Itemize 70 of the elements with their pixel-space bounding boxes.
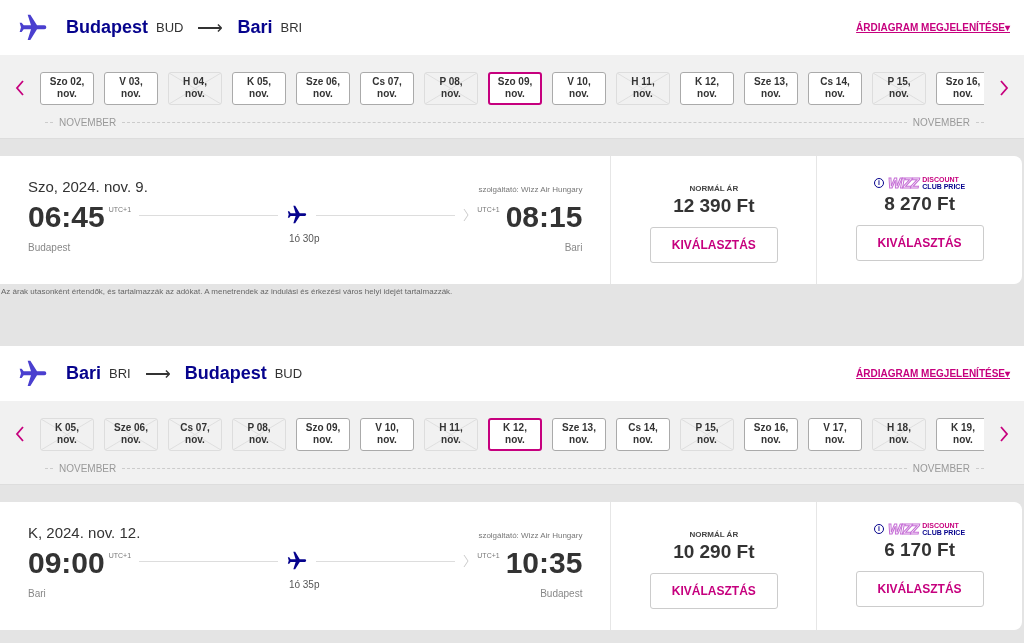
fare-price: 10 290 Ft	[673, 541, 755, 563]
flight-date: Szo, 2024. nov. 9.	[28, 178, 148, 195]
price-note: Az árak utasonként értendők, és tartalmazzák az adókat. A menetrendek az indulási és érkezési város helyi idejét tartalmazzák.	[0, 286, 454, 296]
club-logo-word: WIZZ	[888, 521, 919, 537]
flight-date: K, 2024. nov. 12.	[28, 524, 141, 541]
date-button[interactable]: Szo 09, nov.	[488, 71, 542, 105]
date-button[interactable]: Sze 13, nov.	[552, 417, 606, 451]
chevron-left-icon[interactable]	[15, 80, 25, 96]
arrival-city: Bari	[564, 242, 583, 253]
airplane-icon	[286, 550, 309, 572]
date-button[interactable]: V 17, nov.	[808, 417, 862, 451]
date-button[interactable]: V 10, nov.	[360, 417, 414, 451]
chevron-right-icon[interactable]	[999, 426, 1009, 442]
destination-code: BUD	[274, 366, 303, 381]
route-arrow: ⟶	[197, 16, 224, 39]
chevron-left-icon[interactable]	[15, 426, 25, 442]
chevron-right-icon[interactable]	[999, 80, 1009, 96]
date-button[interactable]: Szo 09, nov.	[296, 417, 350, 451]
destination-city: Bari	[237, 17, 273, 38]
date-button[interactable]: Szo 02, nov.	[40, 71, 94, 105]
origin-code: BRI	[109, 366, 131, 381]
date-button[interactable]: V 03, nov.	[104, 71, 158, 105]
arrival-time: 10:35	[505, 547, 583, 579]
airplane-icon	[286, 204, 309, 226]
date-button[interactable]: K 19, nov.	[936, 417, 984, 451]
date-button[interactable]: Cs 07, nov.	[360, 71, 414, 105]
month-label: NOVEMBER	[59, 463, 117, 474]
fare-price: 6 170 Ft	[884, 539, 955, 561]
select-button[interactable]: KIVÁLASZTÁS	[649, 573, 778, 609]
origin-city: Budapest	[66, 17, 148, 38]
flight-duration: 1ó 30p	[288, 233, 320, 244]
price-chart-link[interactable]: ÁRDIAGRAM MEGJELENÍTÉSE▾	[856, 368, 1010, 379]
date-button[interactable]: Cs 14, nov.	[808, 71, 862, 105]
date-button[interactable]: V 10, nov.	[552, 71, 606, 105]
select-button[interactable]: KIVÁLASZTÁS	[649, 227, 778, 263]
fare-title: NORMÁL ÁR	[689, 530, 739, 539]
fare-title: NORMÁL ÁR	[689, 184, 739, 193]
arrow-head-icon	[463, 554, 470, 568]
date-button[interactable]: Szo 16, nov.	[744, 417, 798, 451]
select-button[interactable]: KIVÁLASZTÁS	[855, 225, 984, 261]
date-button[interactable]: Szo 16, nov.	[936, 71, 984, 105]
departure-time: 09:00	[28, 547, 105, 579]
operator-text: szolgáltató: Wizz Air Hungary	[478, 531, 583, 540]
date-button[interactable]: K 12, nov.	[488, 417, 542, 451]
arrival-time: 08:15	[505, 201, 583, 233]
origin-city: Bari	[66, 363, 101, 384]
date-button[interactable]: Sze 06, nov.	[296, 71, 350, 105]
fare-price: 12 390 Ft	[673, 195, 755, 217]
month-label: NOVEMBER	[912, 463, 970, 474]
route-arrow: ⟶	[144, 362, 171, 385]
date-button[interactable]: K 05, nov.	[232, 71, 286, 105]
destination-city: Budapest	[184, 363, 267, 384]
club-logo-word: WIZZ	[888, 175, 919, 191]
arrival-city: Budapest	[540, 588, 583, 599]
date-button[interactable]: Sze 13, nov.	[744, 71, 798, 105]
departure-city: Bari	[28, 588, 46, 599]
operator-text: szolgáltató: Wizz Air Hungary	[478, 185, 583, 194]
price-chart-link[interactable]: ÁRDIAGRAM MEGJELENÍTÉSE▾	[856, 22, 1010, 33]
departure-city: Budapest	[28, 242, 71, 253]
month-label: NOVEMBER	[59, 117, 117, 128]
flight-duration: 1ó 35p	[288, 579, 320, 590]
select-button[interactable]: KIVÁLASZTÁS	[855, 571, 984, 607]
date-button[interactable]: Cs 14, nov.	[616, 417, 670, 451]
fare-price: 8 270 Ft	[884, 193, 955, 215]
arrow-head-icon	[463, 208, 470, 222]
origin-code: BUD	[156, 20, 184, 35]
destination-code: BRI	[280, 20, 303, 35]
departure-time: 06:45	[28, 201, 105, 233]
month-label: NOVEMBER	[912, 117, 970, 128]
date-button[interactable]: K 12, nov.	[680, 71, 734, 105]
